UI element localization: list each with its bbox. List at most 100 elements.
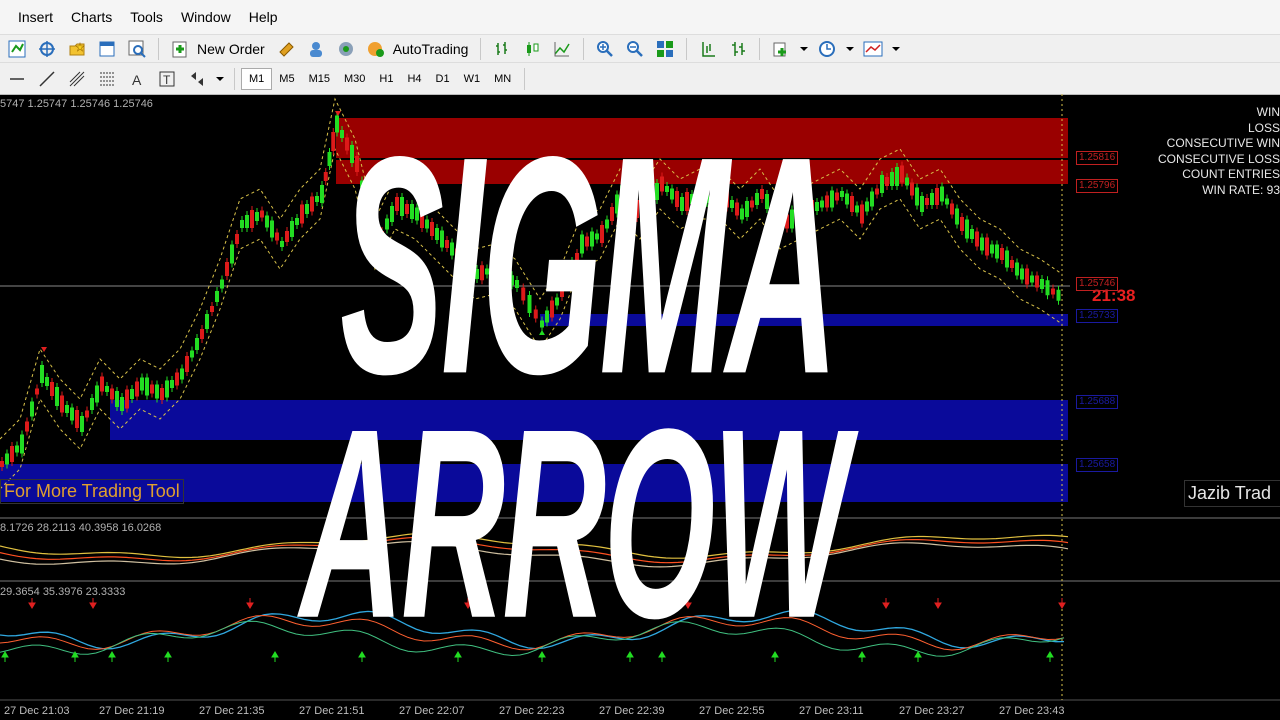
toolbar-separator xyxy=(583,38,585,60)
candle xyxy=(945,198,949,205)
candle xyxy=(185,356,189,372)
toolbar-separator xyxy=(158,38,159,60)
profiles-icon[interactable] xyxy=(66,38,88,60)
candle xyxy=(310,196,314,212)
text-label-icon[interactable]: T xyxy=(156,68,178,90)
candle xyxy=(190,350,194,358)
periods-clock-icon[interactable] xyxy=(816,38,838,60)
templates-icon[interactable] xyxy=(862,38,884,60)
zoom-window-icon[interactable] xyxy=(126,38,148,60)
candle xyxy=(985,237,989,256)
candle xyxy=(255,212,259,221)
buy-arrow-icon xyxy=(1046,651,1054,662)
stat-win-rate: WIN RATE: 93 xyxy=(1202,182,1280,197)
chart-shift-icon[interactable] xyxy=(697,38,719,60)
zoom-in-icon[interactable] xyxy=(594,38,616,60)
candle xyxy=(265,215,269,228)
menu-charts[interactable]: Charts xyxy=(71,9,112,25)
market-watch-icon[interactable] xyxy=(96,38,118,60)
candle xyxy=(965,219,969,239)
candle xyxy=(160,388,164,400)
candlestick-chart-icon[interactable] xyxy=(521,38,543,60)
menu-insert[interactable]: Insert xyxy=(18,9,53,25)
candle xyxy=(175,372,179,386)
candle xyxy=(140,377,144,391)
dropdown-arrow-icon[interactable] xyxy=(892,38,901,60)
bar-chart-icon[interactable] xyxy=(491,38,513,60)
timeframe-w1[interactable]: W1 xyxy=(457,69,488,89)
timeframe-d1[interactable]: D1 xyxy=(429,69,457,89)
candle xyxy=(885,177,889,186)
metaeditor-icon[interactable] xyxy=(275,38,297,60)
candle xyxy=(300,204,304,224)
indicators-icon[interactable] xyxy=(770,38,792,60)
candle xyxy=(90,398,94,410)
timeframe-m1[interactable]: M1 xyxy=(241,67,273,90)
menu-tools[interactable]: Tools xyxy=(130,9,163,25)
candle xyxy=(305,204,309,214)
price-tag-blue-current: 1.25733 xyxy=(1076,309,1119,323)
time-label: 27 Dec 21:35 xyxy=(199,705,265,717)
candle xyxy=(920,196,924,212)
timeframe-m30[interactable]: M30 xyxy=(337,69,372,89)
candle xyxy=(295,218,299,225)
arrows-icon[interactable] xyxy=(186,68,208,90)
time-label: 27 Dec 22:55 xyxy=(699,705,765,717)
candle xyxy=(70,407,74,421)
menu-window[interactable]: Window xyxy=(181,9,231,25)
candle xyxy=(895,167,899,186)
line-studies-toolbar: A T M1 M5 M15 M30 H1 H4 D1 W1 MN xyxy=(0,62,1280,95)
price-tag-red-top: 1.25816 xyxy=(1076,151,1119,165)
candle xyxy=(210,306,214,312)
tile-windows-icon[interactable] xyxy=(654,38,676,60)
buy-arrow-icon xyxy=(271,651,279,662)
trading-tool-label[interactable]: For More Trading Tool xyxy=(0,479,184,504)
time-label: 27 Dec 22:39 xyxy=(599,705,665,717)
candle xyxy=(900,165,904,183)
line-chart-icon[interactable] xyxy=(551,38,573,60)
new-order-button[interactable]: New Order xyxy=(197,41,265,57)
menu-help[interactable]: Help xyxy=(249,9,278,25)
dropdown-arrow-icon[interactable] xyxy=(846,38,855,60)
candle xyxy=(975,231,979,247)
fibonacci-icon[interactable] xyxy=(96,68,118,90)
timeframe-h1[interactable]: H1 xyxy=(372,69,400,89)
timeframe-mn[interactable]: MN xyxy=(487,69,518,89)
dropdown-arrow-icon[interactable] xyxy=(800,38,809,60)
zoom-out-icon[interactable] xyxy=(624,38,646,60)
candle xyxy=(215,291,219,302)
candle xyxy=(45,377,49,386)
horizontal-line-icon[interactable] xyxy=(6,68,28,90)
autotrading-button[interactable]: AutoTrading xyxy=(393,41,469,57)
timeframe-h4[interactable]: H4 xyxy=(400,69,428,89)
autotrading-icon[interactable] xyxy=(365,38,387,60)
candle xyxy=(1045,280,1050,296)
candle xyxy=(855,205,859,213)
price-tag-current: 1.25746 xyxy=(1076,277,1119,291)
autoscroll-icon[interactable] xyxy=(727,38,749,60)
candle xyxy=(125,389,129,409)
dropdown-arrow-icon[interactable] xyxy=(216,68,224,90)
text-icon[interactable]: A xyxy=(126,68,148,90)
stat-consecutive-loss: CONSECUTIVE LOSS xyxy=(1157,151,1280,166)
candle xyxy=(1030,275,1034,283)
stat-consecutive-win: CONSECUTIVE WIN xyxy=(1166,136,1280,150)
jazib-label[interactable]: Jazib Trad xyxy=(1184,480,1280,507)
signals-icon[interactable] xyxy=(335,38,357,60)
time-label: 27 Dec 22:23 xyxy=(499,705,565,717)
timeframe-m15[interactable]: M15 xyxy=(302,69,337,89)
sell-arrow-icon xyxy=(1058,598,1066,609)
stats-panel: WIN LOSS CONSECUTIVE WIN CONSECUTIVE LOS… xyxy=(1140,105,1280,198)
equidistant-channel-icon[interactable] xyxy=(66,68,88,90)
candle xyxy=(30,401,34,417)
new-order-icon[interactable] xyxy=(169,38,191,60)
crosshair-move-icon[interactable] xyxy=(36,38,58,60)
timeframe-m5[interactable]: M5 xyxy=(272,69,301,89)
trendline-icon[interactable] xyxy=(36,68,58,90)
navigator-icon[interactable] xyxy=(305,38,327,60)
candle xyxy=(950,203,954,215)
candle xyxy=(225,262,229,276)
candle xyxy=(327,152,332,166)
new-chart-icon[interactable] xyxy=(6,38,28,60)
candle xyxy=(890,172,894,186)
